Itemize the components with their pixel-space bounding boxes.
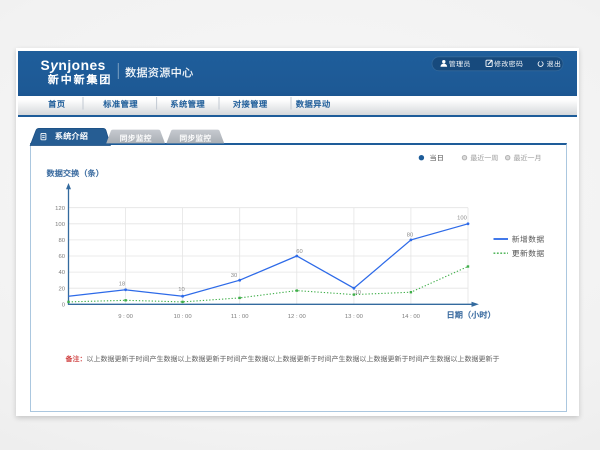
svg-text:10: 10 — [178, 287, 184, 293]
svg-text:100: 100 — [457, 216, 467, 222]
svg-text:40: 40 — [58, 270, 65, 276]
svg-text:13 : 00: 13 : 00 — [345, 314, 364, 320]
svg-text:18: 18 — [119, 282, 125, 288]
svg-text:10 : 00: 10 : 00 — [174, 314, 193, 320]
svg-text:80: 80 — [407, 233, 413, 239]
svg-text:10: 10 — [355, 290, 361, 296]
svg-text:30: 30 — [231, 273, 237, 279]
svg-text:120: 120 — [55, 206, 66, 212]
svg-text:60: 60 — [58, 254, 65, 260]
svg-text:9 : 00: 9 : 00 — [118, 314, 133, 320]
svg-text:0: 0 — [62, 302, 66, 308]
svg-text:60: 60 — [296, 249, 302, 255]
svg-text:80: 80 — [58, 238, 65, 244]
svg-text:12 : 00: 12 : 00 — [288, 314, 307, 320]
svg-text:11 : 00: 11 : 00 — [231, 314, 249, 320]
svg-text:100: 100 — [55, 222, 66, 228]
svg-text:20: 20 — [58, 286, 65, 292]
svg-text:14 : 00: 14 : 00 — [402, 314, 421, 320]
